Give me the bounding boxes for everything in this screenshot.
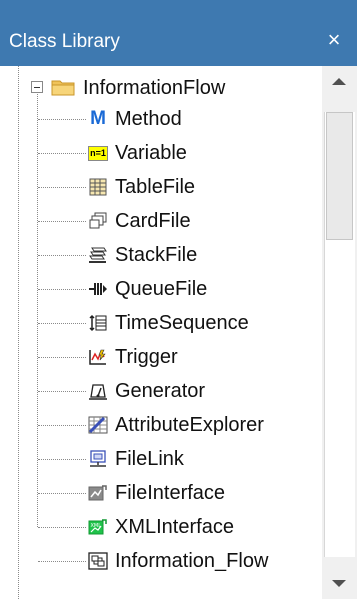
tree-item-label: Variable <box>115 142 187 164</box>
tree-item-label: Generator <box>115 380 206 402</box>
scroll-thumb[interactable] <box>326 112 353 240</box>
tree-item-stackfile[interactable]: StackFile <box>0 238 322 272</box>
tree-item-label: Method <box>115 108 182 130</box>
tree-item-timesequence[interactable]: TimeSequence <box>0 306 322 340</box>
tree-item-trigger[interactable]: Trigger <box>0 340 322 374</box>
tree-node-informationflow[interactable]: InformationFlow <box>0 70 322 104</box>
tree-item-generator[interactable]: Generator <box>0 374 322 408</box>
tree-item-filelink[interactable]: FileLink <box>0 442 322 476</box>
attribute-explorer-icon <box>87 414 109 436</box>
tree-item-label: CardFile <box>115 210 191 232</box>
tree-item-label: QueueFile <box>115 278 208 300</box>
tree-item-information-flow[interactable]: Information_Flow <box>0 544 322 578</box>
xml-interface-icon: XML <box>87 516 109 538</box>
tree-item-queuefile[interactable]: QueueFile <box>0 272 322 306</box>
file-interface-icon <box>87 482 109 504</box>
class-library-panel: Class Library × InformationFlow M Method <box>0 0 357 599</box>
class-tree: InformationFlow M Method n=1 Variable Ta… <box>0 66 322 599</box>
collapse-icon[interactable] <box>31 81 43 93</box>
table-file-icon <box>87 176 109 198</box>
tree-item-label: AttributeExplorer <box>115 414 264 436</box>
tree-item-label: Information_Flow <box>115 550 269 572</box>
card-file-icon <box>87 210 109 232</box>
tree-item-label: TableFile <box>115 176 196 198</box>
variable-icon: n=1 <box>87 142 109 164</box>
tree-item-label: XMLInterface <box>115 516 234 538</box>
tree-item-label: FileLink <box>115 448 184 470</box>
method-icon: M <box>87 108 109 130</box>
tree-item-label: FileInterface <box>115 482 226 504</box>
tree-node-label: InformationFlow <box>83 77 226 99</box>
time-sequence-icon <box>87 312 109 334</box>
folder-icon <box>51 78 75 96</box>
generator-icon <box>87 380 109 402</box>
tree-item-tablefile[interactable]: TableFile <box>0 170 322 204</box>
panel-title: Class Library <box>9 31 120 52</box>
tree-item-method[interactable]: M Method <box>0 102 322 136</box>
tree-item-fileinterface[interactable]: FileInterface <box>0 476 322 510</box>
vertical-scrollbar[interactable] <box>322 66 357 599</box>
close-icon[interactable]: × <box>323 27 345 53</box>
queue-file-icon <box>87 278 109 300</box>
scroll-down-icon[interactable] <box>322 569 357 599</box>
tree-item-cardfile[interactable]: CardFile <box>0 204 322 238</box>
scroll-up-icon[interactable] <box>322 66 357 96</box>
tree-item-label: TimeSequence <box>115 312 249 334</box>
tree-item-variable[interactable]: n=1 Variable <box>0 136 322 170</box>
trigger-icon <box>87 346 109 368</box>
file-link-icon <box>87 448 109 470</box>
panel-titlebar: Class Library × <box>0 0 357 66</box>
information-flow-icon <box>87 550 109 572</box>
stack-file-icon <box>87 244 109 266</box>
tree-item-label: Trigger <box>115 346 178 368</box>
tree-item-xmlinterface[interactable]: XML XMLInterface <box>0 510 322 544</box>
tree-item-attributeexplorer[interactable]: AttributeExplorer <box>0 408 322 442</box>
tree-item-label: StackFile <box>115 244 198 266</box>
